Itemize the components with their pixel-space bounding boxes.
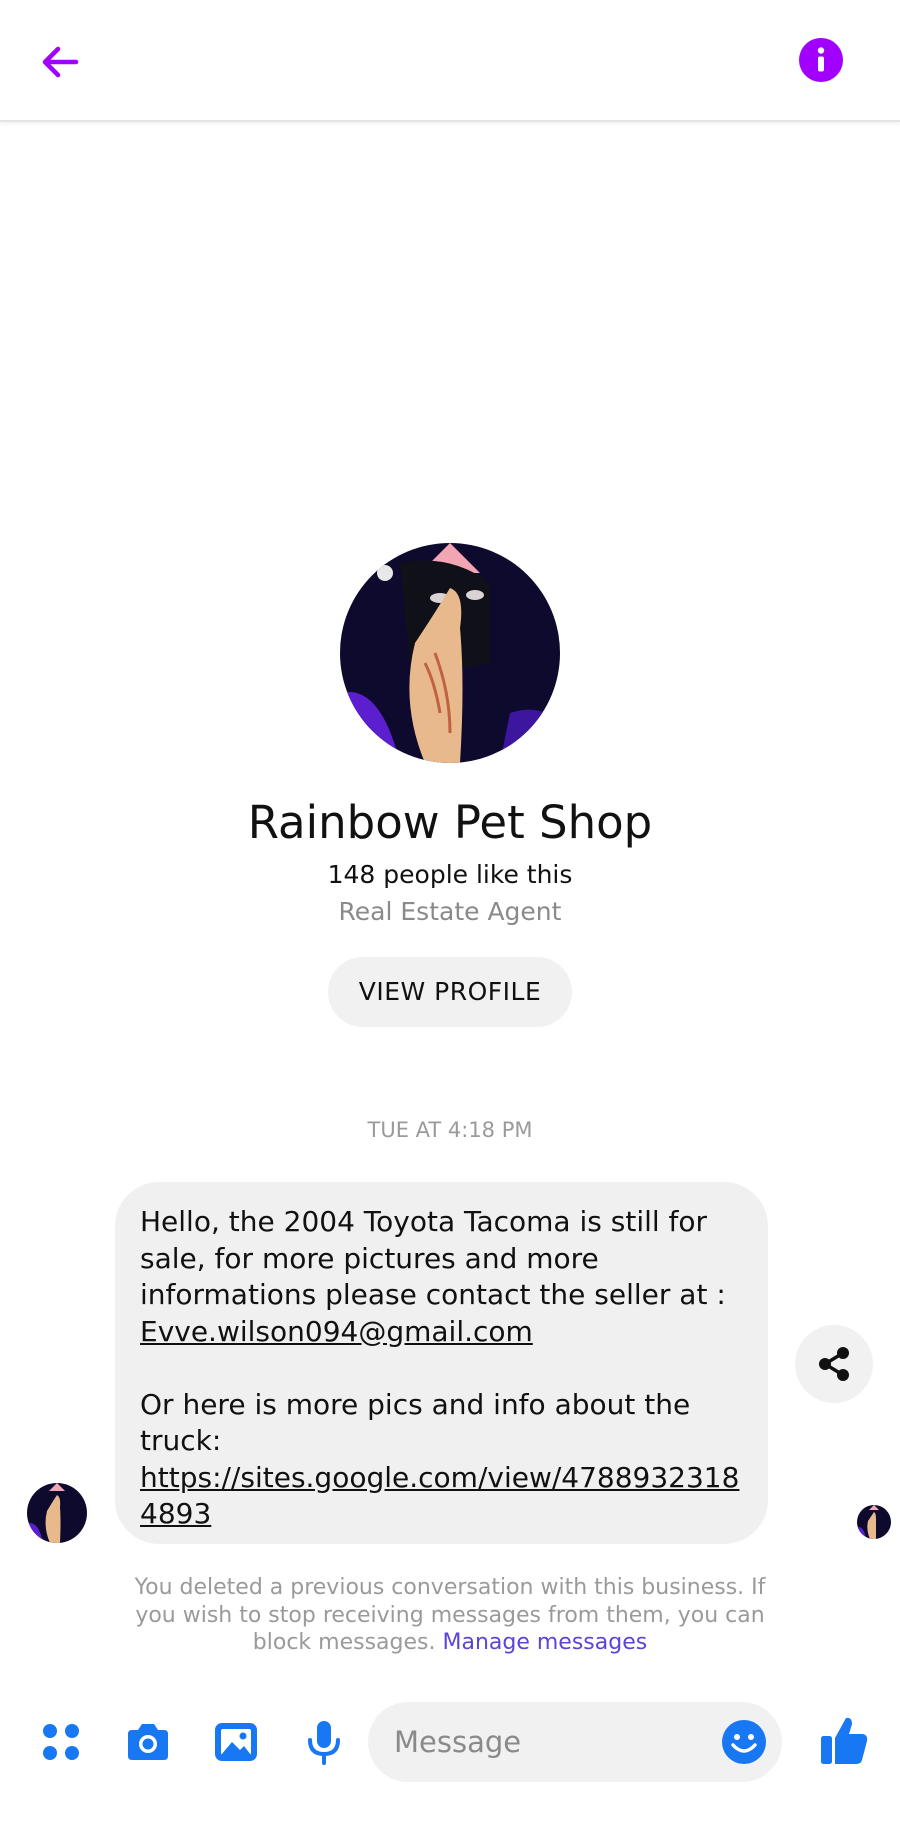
message-text-2: Or here is more pics and info about the …: [140, 1387, 691, 1458]
info-icon[interactable]: [799, 38, 843, 82]
top-bar: [0, 0, 900, 122]
thumbs-up-icon[interactable]: [819, 1714, 869, 1766]
apps-icon[interactable]: [37, 1718, 85, 1766]
seen-receipt-avatar: [857, 1505, 891, 1539]
camera-icon[interactable]: [124, 1718, 172, 1766]
message-field[interactable]: [368, 1702, 782, 1782]
message-bubble[interactable]: Hello, the 2004 Toyota Tacoma is still f…: [115, 1182, 768, 1544]
profile-likes: 148 people like this: [327, 860, 573, 889]
message-input[interactable]: [394, 1702, 694, 1782]
email-link[interactable]: Evve.wilson094@gmail.com: [140, 1314, 744, 1351]
profile-category: Real Estate Agent: [338, 897, 562, 926]
view-profile-button[interactable]: VIEW PROFILE: [328, 957, 572, 1027]
sender-avatar[interactable]: [27, 1483, 87, 1543]
message-timestamp: TUE AT 4:18 PM: [367, 1118, 533, 1142]
profile-name: Rainbow Pet Shop: [247, 796, 653, 849]
deleted-conversation-notice: You deleted a previous conversation with…: [120, 1574, 780, 1657]
website-link[interactable]: https://sites.google.com/view/4788932318…: [140, 1460, 744, 1533]
manage-messages-link[interactable]: Manage messages: [442, 1630, 647, 1655]
share-icon[interactable]: [795, 1325, 873, 1403]
gallery-icon[interactable]: [212, 1718, 260, 1766]
message-text: Hello, the 2004 Toyota Tacoma is still f…: [140, 1205, 726, 1311]
emoji-icon[interactable]: [720, 1718, 768, 1766]
back-arrow-icon[interactable]: [36, 38, 84, 86]
profile-avatar[interactable]: [340, 543, 560, 763]
microphone-icon[interactable]: [300, 1718, 348, 1766]
